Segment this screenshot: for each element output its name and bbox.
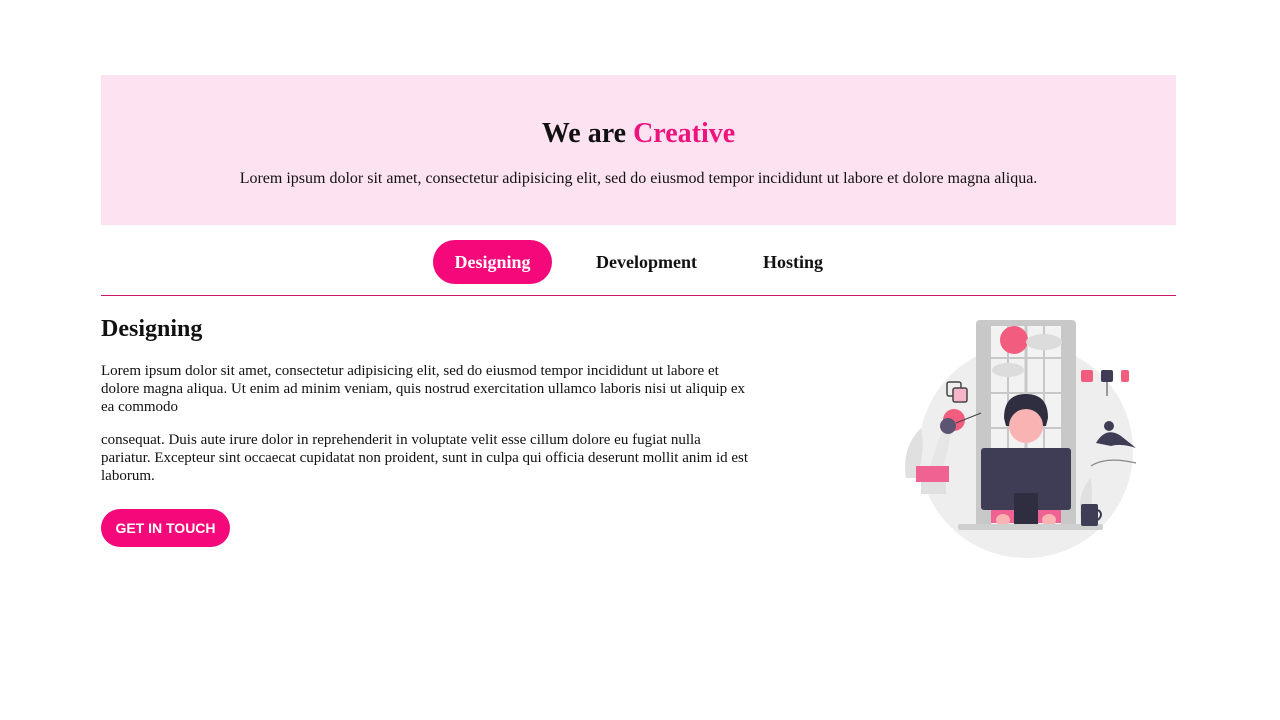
panel-heading: Designing [101, 316, 203, 342]
person-face [1009, 409, 1043, 443]
mug [1081, 504, 1098, 526]
hero-banner: We are Creative Lorem ipsum dolor sit am… [101, 75, 1176, 225]
sun-shape [1000, 326, 1028, 354]
tab-development[interactable]: Development [588, 240, 705, 284]
tab-designing[interactable]: Designing [433, 240, 552, 284]
page-container: We are Creative Lorem ipsum dolor sit am… [101, 75, 1176, 586]
monitor-stand [1014, 493, 1038, 525]
hero-title-accent: Creative [633, 118, 736, 149]
tab-hosting[interactable]: Hosting [753, 240, 833, 284]
person-at-computer-illustration [896, 318, 1146, 558]
panel-paragraph-1: Lorem ipsum dolor sit amet, consectetur … [101, 363, 746, 415]
panel-paragraph-2: consequat. Duis aute irure dolor in repr… [101, 432, 749, 484]
tab-panel: Designing Lorem ipsum dolor sit amet, co… [101, 296, 1176, 586]
hero-subtitle: Lorem ipsum dolor sit amet, consectetur … [239, 170, 1038, 187]
pink-box [916, 466, 949, 482]
get-in-touch-button[interactable]: GET IN TOUCH [101, 509, 230, 547]
small-figure-head [1104, 421, 1114, 431]
tab-bar: Designing Development Hosting [101, 225, 1176, 296]
illustration-svg [905, 320, 1137, 558]
cloud-shape [1026, 334, 1062, 350]
hero-title-prefix: We are [541, 118, 634, 149]
hero-title: We are Creative [101, 117, 1176, 151]
cloud-shape-2 [992, 363, 1024, 377]
